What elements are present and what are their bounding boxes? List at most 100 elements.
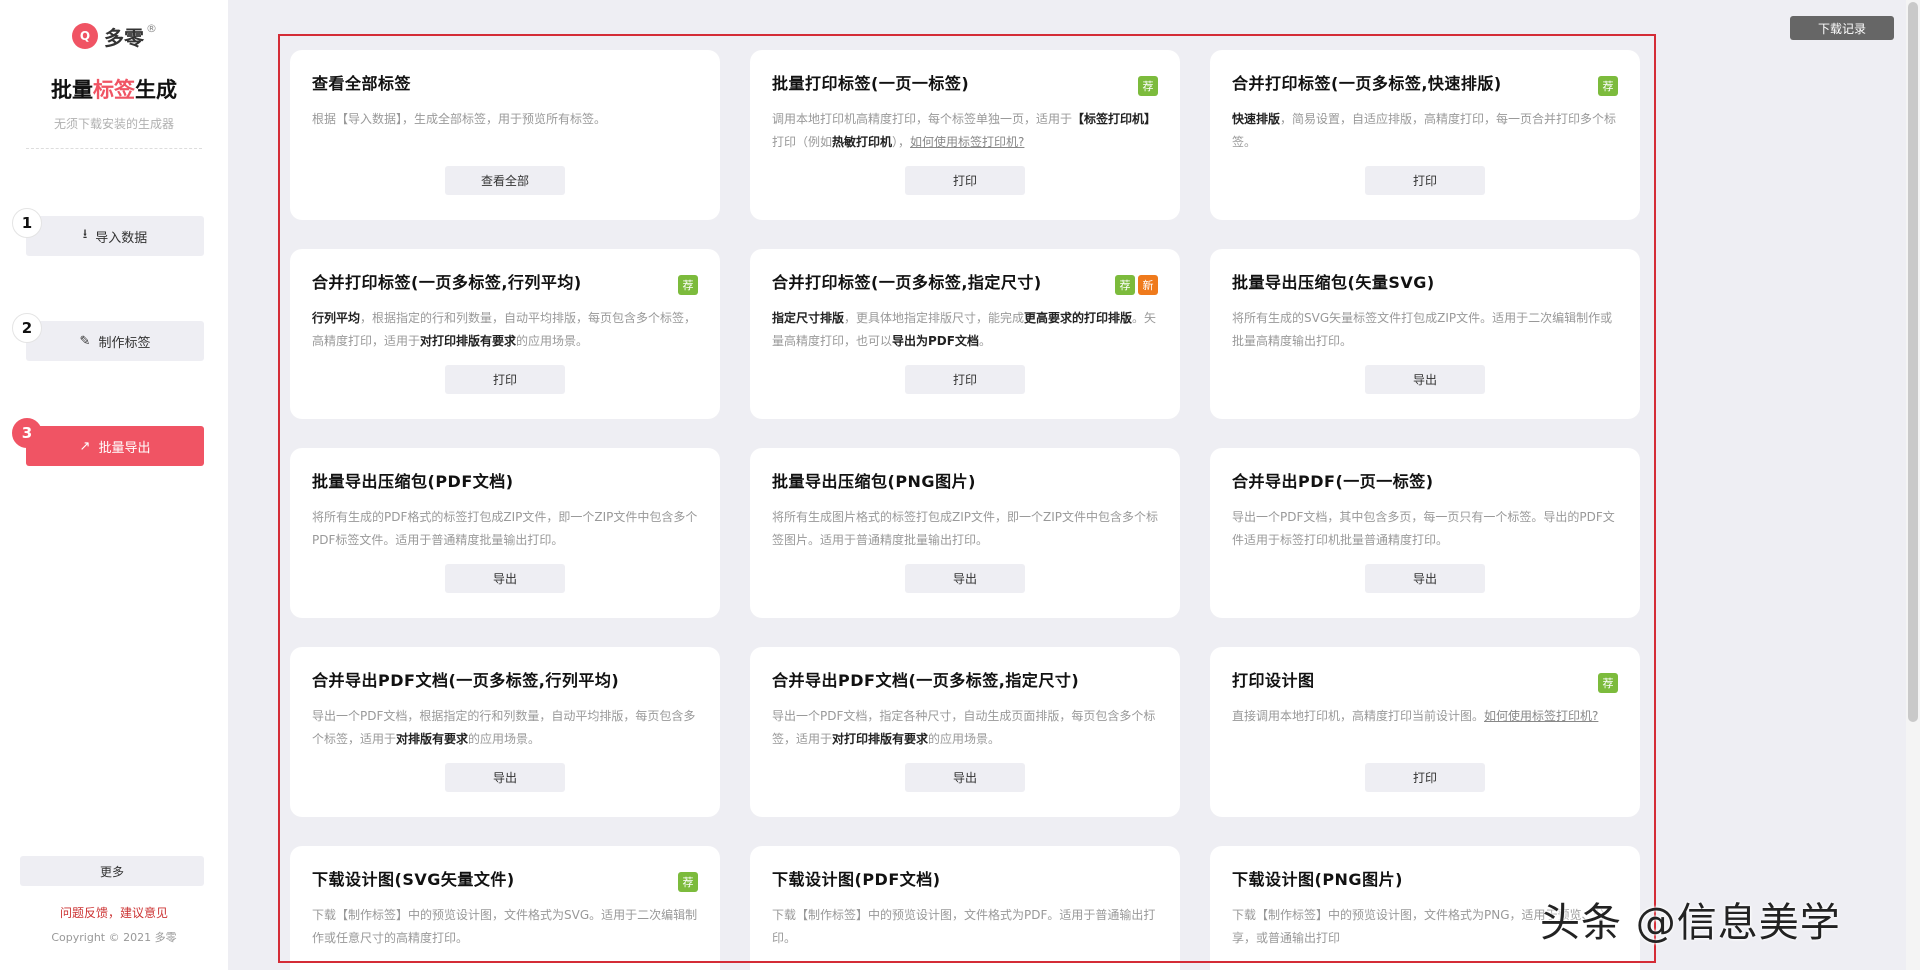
- recommend-badge: 荐: [1138, 76, 1158, 96]
- sidebar: Q 多零 ® 批量标签生成 无须下载安装的生成器 1 ⭳ 导入数据 2 ✎ 制作…: [0, 0, 228, 970]
- card-title: 打印设计图: [1232, 671, 1315, 690]
- card-title: 下载设计图(PDF文档): [772, 870, 941, 889]
- feedback-link[interactable]: 问题反馈，建议意见: [0, 904, 228, 921]
- card-action-button[interactable]: 打印: [1365, 763, 1485, 792]
- card-action-button[interactable]: 导出: [1365, 564, 1485, 593]
- step-import-data-button[interactable]: ⭳ 导入数据: [26, 216, 204, 256]
- step-make-label-button[interactable]: ✎ 制作标签: [26, 321, 204, 361]
- logo-icon: Q: [72, 23, 98, 49]
- recommend-badge: 荐: [678, 275, 698, 295]
- export-option-card: 合并打印标签(一页多标签,指定尺寸) 荐新指定尺寸排版，更具体地指定排版尺寸，能完…: [750, 249, 1180, 419]
- desc-keyword: 更高要求的打印排版: [1024, 311, 1133, 325]
- watermark: 头条 @信息美学: [1540, 900, 1841, 946]
- card-action-button[interactable]: 打印: [1365, 166, 1485, 195]
- scrollbar[interactable]: [1906, 0, 1920, 970]
- badges: 荐: [678, 275, 698, 295]
- desc-text: ），: [892, 135, 911, 149]
- step-number-1: 1: [12, 208, 42, 238]
- desc-keyword: 对排版有要求: [396, 732, 469, 746]
- desc-text: 打印（例如: [772, 135, 833, 149]
- step-label: 批量导出: [98, 440, 151, 456]
- export-option-card: 批量打印标签(一页一标签) 荐调用本地打印机高精度打印，每个标签单独一页，适用于【…: [750, 50, 1180, 220]
- badges: 荐新: [1115, 275, 1158, 295]
- card-title: 合并导出PDF(一页一标签): [1232, 472, 1434, 491]
- export-option-card: 合并打印标签(一页多标签,快速排版) 荐快速排版，简易设置，自适应排版，高精度打印…: [1210, 50, 1640, 220]
- desc-text: ，简易设置，自适应排版，高精度打印，每一页合并打印多个标签。: [1232, 112, 1617, 149]
- export-option-card: 批量导出压缩包(PNG图片) 将所有生成图片格式的标签打包成ZIP文件，即一个ZI…: [750, 448, 1180, 618]
- export-option-card: 批量导出压缩包(PDF文档) 将所有生成的PDF格式的标签打包成ZIP文件，即一个…: [290, 448, 720, 618]
- download-records-button[interactable]: 下载记录: [1790, 16, 1894, 40]
- card-description: 将所有生成的SVG矢量标签文件打包成ZIP文件。适用于二次编辑制作或批量高精度输…: [1232, 311, 1613, 348]
- edit-icon: ✎: [79, 333, 91, 349]
- card-title: 合并导出PDF文档(一页多标签,行列平均): [312, 671, 620, 690]
- card-action-button[interactable]: 打印: [905, 166, 1025, 195]
- step-label: 制作标签: [98, 335, 151, 351]
- export-icon: ↗: [79, 438, 91, 454]
- desc-text: ，更具体地指定排版尺寸，能完成: [844, 311, 1025, 325]
- card-action-button[interactable]: 导出: [445, 763, 565, 792]
- card-action-button[interactable]: 查看全部: [445, 166, 565, 195]
- card-description: 行列平均，根据指定的行和列数量，自动平均排版，每页包含多个标签，高精度打印，适用…: [312, 307, 698, 353]
- app-title: 批量标签生成: [0, 74, 228, 104]
- card-description: 将所有生成的PDF格式的标签打包成ZIP文件，即一个ZIP文件中包含多个PDF标…: [312, 510, 698, 547]
- card-title: 批量导出压缩包(矢量SVG): [1232, 273, 1435, 292]
- new-badge: 新: [1138, 275, 1158, 295]
- card-title: 批量导出压缩包(PNG图片): [772, 472, 976, 491]
- recommend-badge: 荐: [1598, 673, 1618, 693]
- card-description: 根据【导入数据】，生成全部标签，用于预览所有标签。: [312, 112, 607, 126]
- card-description: 下载【制作标签】中的预览设计图，文件格式为SVG。适用于二次编辑制作或任意尺寸的…: [312, 908, 698, 945]
- card-title: 下载设计图(SVG矢量文件): [312, 870, 515, 889]
- export-option-card: 合并导出PDF文档(一页多标签,指定尺寸) 导出一个PDF文档，指定各种尺寸，自动…: [750, 647, 1180, 817]
- card-action-button[interactable]: 打印: [905, 365, 1025, 394]
- export-option-card: 合并导出PDF(一页一标签) 导出一个PDF文档，其中包含多页，每一页只有一个标签…: [1210, 448, 1640, 618]
- desc-text: 的应用场景。: [468, 732, 541, 746]
- desc-text: 的应用场景。: [516, 334, 589, 348]
- badges: 荐: [1598, 673, 1618, 693]
- recommend-badge: 荐: [678, 872, 698, 892]
- card-description: 导出一个PDF文档，其中包含多页，每一页只有一个标签。导出的PDF文件适用于标签…: [1232, 510, 1615, 547]
- step-label: 导入数据: [95, 230, 148, 246]
- card-description: 导出一个PDF文档，根据指定的行和列数量，自动平均排版，每页包含多个标签，适用于…: [312, 705, 698, 751]
- help-link[interactable]: 如何使用标签打印机?: [910, 135, 1024, 149]
- desc-text: 的应用场景。: [928, 732, 1001, 746]
- logo[interactable]: Q 多零 ®: [72, 20, 157, 52]
- app-title-part: 批量: [51, 78, 93, 102]
- desc-keyword: 【标签打印机】: [1072, 112, 1157, 126]
- desc-keyword: 热敏打印机: [832, 135, 893, 149]
- badges: 荐: [1138, 76, 1158, 96]
- card-title: 批量打印标签(一页一标签): [772, 74, 970, 93]
- scrollbar-thumb[interactable]: [1908, 2, 1918, 722]
- export-option-card: 合并导出PDF文档(一页多标签,行列平均) 导出一个PDF文档，根据指定的行和列数…: [290, 647, 720, 817]
- desc-keyword: 导出为PDF文档: [892, 334, 979, 348]
- desc-keyword: 对打印排版有要求: [420, 334, 517, 348]
- logo-text: 多零: [104, 25, 144, 50]
- step-batch-export-button[interactable]: ↗ 批量导出: [26, 426, 204, 466]
- card-action-button[interactable]: 打印: [445, 365, 565, 394]
- desc-keyword: 对打印排版有要求: [832, 732, 929, 746]
- card-description: 导出一个PDF文档，指定各种尺寸，自动生成页面排版，每页包含多个标签，适用于对打…: [772, 705, 1158, 751]
- recommend-badge: 荐: [1115, 275, 1135, 295]
- card-title: 合并打印标签(一页多标签,行列平均): [312, 273, 582, 292]
- card-description: 快速排版，简易设置，自适应排版，高精度打印，每一页合并打印多个标签。: [1232, 108, 1618, 154]
- help-link[interactable]: 如何使用标签打印机?: [1484, 709, 1598, 723]
- export-option-card: 合并打印标签(一页多标签,行列平均) 荐行列平均，根据指定的行和列数量，自动平均排…: [290, 249, 720, 419]
- card-action-button[interactable]: 导出: [445, 564, 565, 593]
- card-description: 下载【制作标签】中的预览设计图，文件格式为PDF。适用于普通输出打印。: [772, 908, 1156, 945]
- desc-text: 直接调用本地打印机，高精度打印当前设计图。: [1232, 709, 1485, 723]
- desc-text: 调用本地打印机高精度打印，每个标签单独一页，适用于: [772, 112, 1073, 126]
- step-number-2: 2: [12, 313, 42, 343]
- export-option-card: 打印设计图 荐直接调用本地打印机，高精度打印当前设计图。如何使用标签打印机? 打印: [1210, 647, 1640, 817]
- card-title: 批量导出压缩包(PDF文档): [312, 472, 514, 491]
- card-action-button[interactable]: 导出: [1365, 365, 1485, 394]
- more-button[interactable]: 更多: [20, 856, 204, 886]
- card-title: 合并打印标签(一页多标签,快速排版): [1232, 74, 1502, 93]
- card-description: 指定尺寸排版，更具体地指定排版尺寸，能完成更高要求的打印排版。矢量高精度打印，也…: [772, 307, 1158, 353]
- export-option-card: 查看全部标签 根据【导入数据】，生成全部标签，用于预览所有标签。 查看全部: [290, 50, 720, 220]
- card-action-button[interactable]: 导出: [905, 564, 1025, 593]
- card-action-button[interactable]: 导出: [905, 763, 1025, 792]
- desc-keyword: 快速排版: [1232, 112, 1281, 126]
- desc-keyword: 行列平均: [312, 311, 361, 325]
- card-title: 合并导出PDF文档(一页多标签,指定尺寸): [772, 671, 1080, 690]
- card-title: 合并打印标签(一页多标签,指定尺寸): [772, 273, 1042, 292]
- app-title-highlight: 标签: [93, 78, 135, 102]
